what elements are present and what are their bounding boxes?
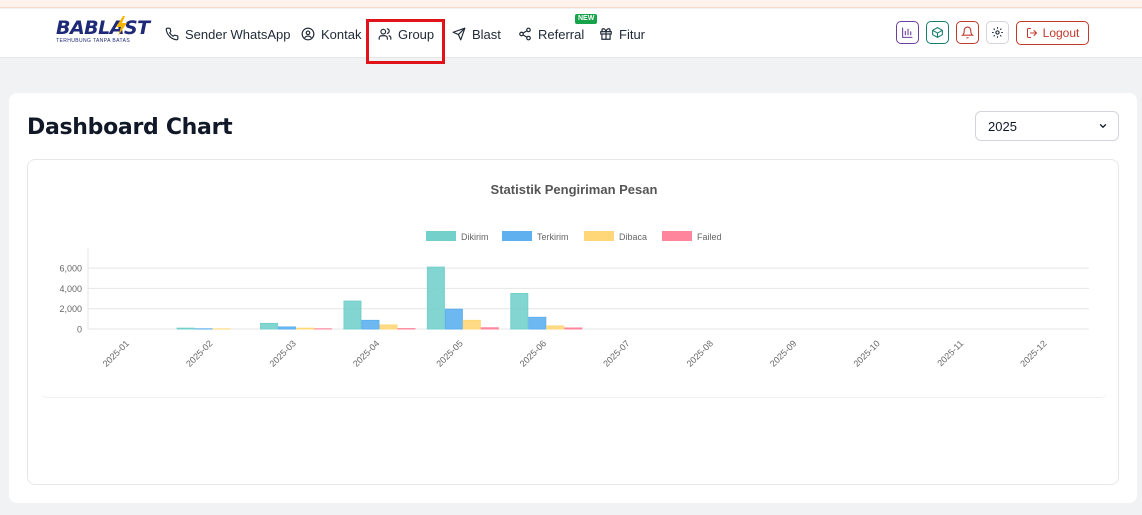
legend-swatch-failed <box>662 231 692 241</box>
y-tick-label: 6,000 <box>59 264 82 274</box>
new-badge: NEW <box>575 14 598 24</box>
gear-icon <box>992 27 1003 38</box>
x-tick-label: 2025-09 <box>768 338 798 368</box>
bar-terkirim-2025-03 <box>278 326 297 330</box>
bar-dikirim-2025-02 <box>176 327 195 330</box>
x-tick-label: 2025-11 <box>935 338 965 368</box>
nav-blast[interactable]: Blast <box>452 23 501 45</box>
bar-terkirim-2025-04 <box>361 319 380 330</box>
nav-label-fitur: Fitur <box>619 26 645 42</box>
settings-button[interactable] <box>986 21 1009 44</box>
bar-dibaca-2025-05 <box>462 319 481 330</box>
top-strip <box>0 0 1142 8</box>
x-tick-label: 2025-07 <box>601 338 631 368</box>
logout-label: Logout <box>1042 26 1080 40</box>
bar-dibaca-2025-03 <box>296 327 315 330</box>
logout-icon <box>1026 28 1037 38</box>
package-button[interactable] <box>926 21 949 44</box>
x-tick-label: 2025-10 <box>851 338 881 368</box>
bar-failed-2025-05 <box>480 327 499 330</box>
y-tick-label: 2,000 <box>59 304 82 314</box>
box-icon <box>932 27 943 38</box>
x-tick-label: 2025-01 <box>101 338 131 368</box>
bar-dibaca-2025-04 <box>379 324 398 330</box>
bar-dikirim-2025-04 <box>343 300 362 330</box>
x-tick-label: 2025-04 <box>351 338 381 368</box>
legend-swatch-terkirim <box>502 231 532 241</box>
nav-referral[interactable]: Referral <box>518 23 584 45</box>
x-tick-label: 2025-12 <box>1018 338 1048 368</box>
logo-tagline: TERHUBUNG TANPA BATAS <box>56 38 131 44</box>
legend-label-dikirim: Dikirim <box>461 232 489 242</box>
logo[interactable]: BABLAST TERHUBUNG TANPA BATAS <box>56 16 150 50</box>
legend-swatch-dikirim <box>426 231 456 241</box>
bar-terkirim-2025-05 <box>444 308 463 330</box>
y-tick-label: 4,000 <box>59 284 82 294</box>
nav-label-blast: Blast <box>472 26 501 42</box>
x-tick-label: 2025-02 <box>184 338 214 368</box>
chevron-down-icon <box>1099 124 1107 129</box>
user-circle-icon <box>301 27 315 41</box>
bar-dikirim-2025-06 <box>510 293 529 330</box>
chart-panel: Statistik Pengiriman Pesan Dikirim Terkiri… <box>41 166 1107 398</box>
nav-label-sender-whatsapp: Sender WhatsApp <box>185 26 291 42</box>
y-tick-label: 0 <box>77 325 82 335</box>
nav-sender-whatsapp[interactable]: Sender WhatsApp <box>165 23 291 45</box>
statistics-button[interactable] <box>896 21 919 44</box>
page-title: Dashboard Chart <box>27 115 233 140</box>
x-tick-label: 2025-05 <box>434 338 464 368</box>
year-select-value: 2025 <box>988 118 1017 134</box>
bar-terkirim-2025-06 <box>528 316 547 330</box>
x-tick-label: 2025-08 <box>685 338 715 368</box>
legend-swatch-dibaca <box>584 231 614 241</box>
chart-title: Statistik Pengiriman Pesan <box>491 182 658 197</box>
legend-label-terkirim: Terkirim <box>537 232 569 242</box>
navbar: BABLAST TERHUBUNG TANPA BATAS Sender Wha… <box>0 9 1142 64</box>
lightning-icon <box>116 16 127 36</box>
bar-chart-icon <box>902 27 913 38</box>
notification-button[interactable] <box>956 21 979 44</box>
x-tick-label: 2025-03 <box>268 338 298 368</box>
chart-container: Statistik Pengiriman Pesan Dikirim Terkiri… <box>27 159 1119 485</box>
nav-label-referral: Referral <box>538 26 585 42</box>
nav-label-kontak: Kontak <box>321 26 362 42</box>
year-select[interactable]: 2025 <box>975 111 1119 141</box>
send-icon <box>452 27 466 41</box>
bar-dibaca-2025-06 <box>546 325 565 330</box>
bar-chart: Statistik Pengiriman Pesan Dikirim Terkiri… <box>59 182 1089 369</box>
bar-failed-2025-06 <box>564 327 583 330</box>
legend-label-dibaca: Dibaca <box>619 232 647 242</box>
bell-icon <box>961 26 974 39</box>
legend-label-failed: Failed <box>697 232 722 242</box>
group-highlight-box <box>366 19 445 64</box>
dashboard-card: Dashboard Chart 2025 Statistik Pengirima… <box>9 93 1137 503</box>
nav-kontak[interactable]: Kontak <box>301 23 361 45</box>
x-tick-label: 2025-06 <box>518 338 548 368</box>
phone-icon <box>165 27 179 41</box>
share-icon <box>519 27 531 41</box>
logout-button[interactable]: Logout <box>1016 21 1089 45</box>
gift-icon <box>600 28 612 40</box>
bar-dikirim-2025-03 <box>260 322 279 330</box>
nav-fitur[interactable]: Fitur <box>599 23 645 45</box>
bar-dikirim-2025-05 <box>426 266 445 330</box>
